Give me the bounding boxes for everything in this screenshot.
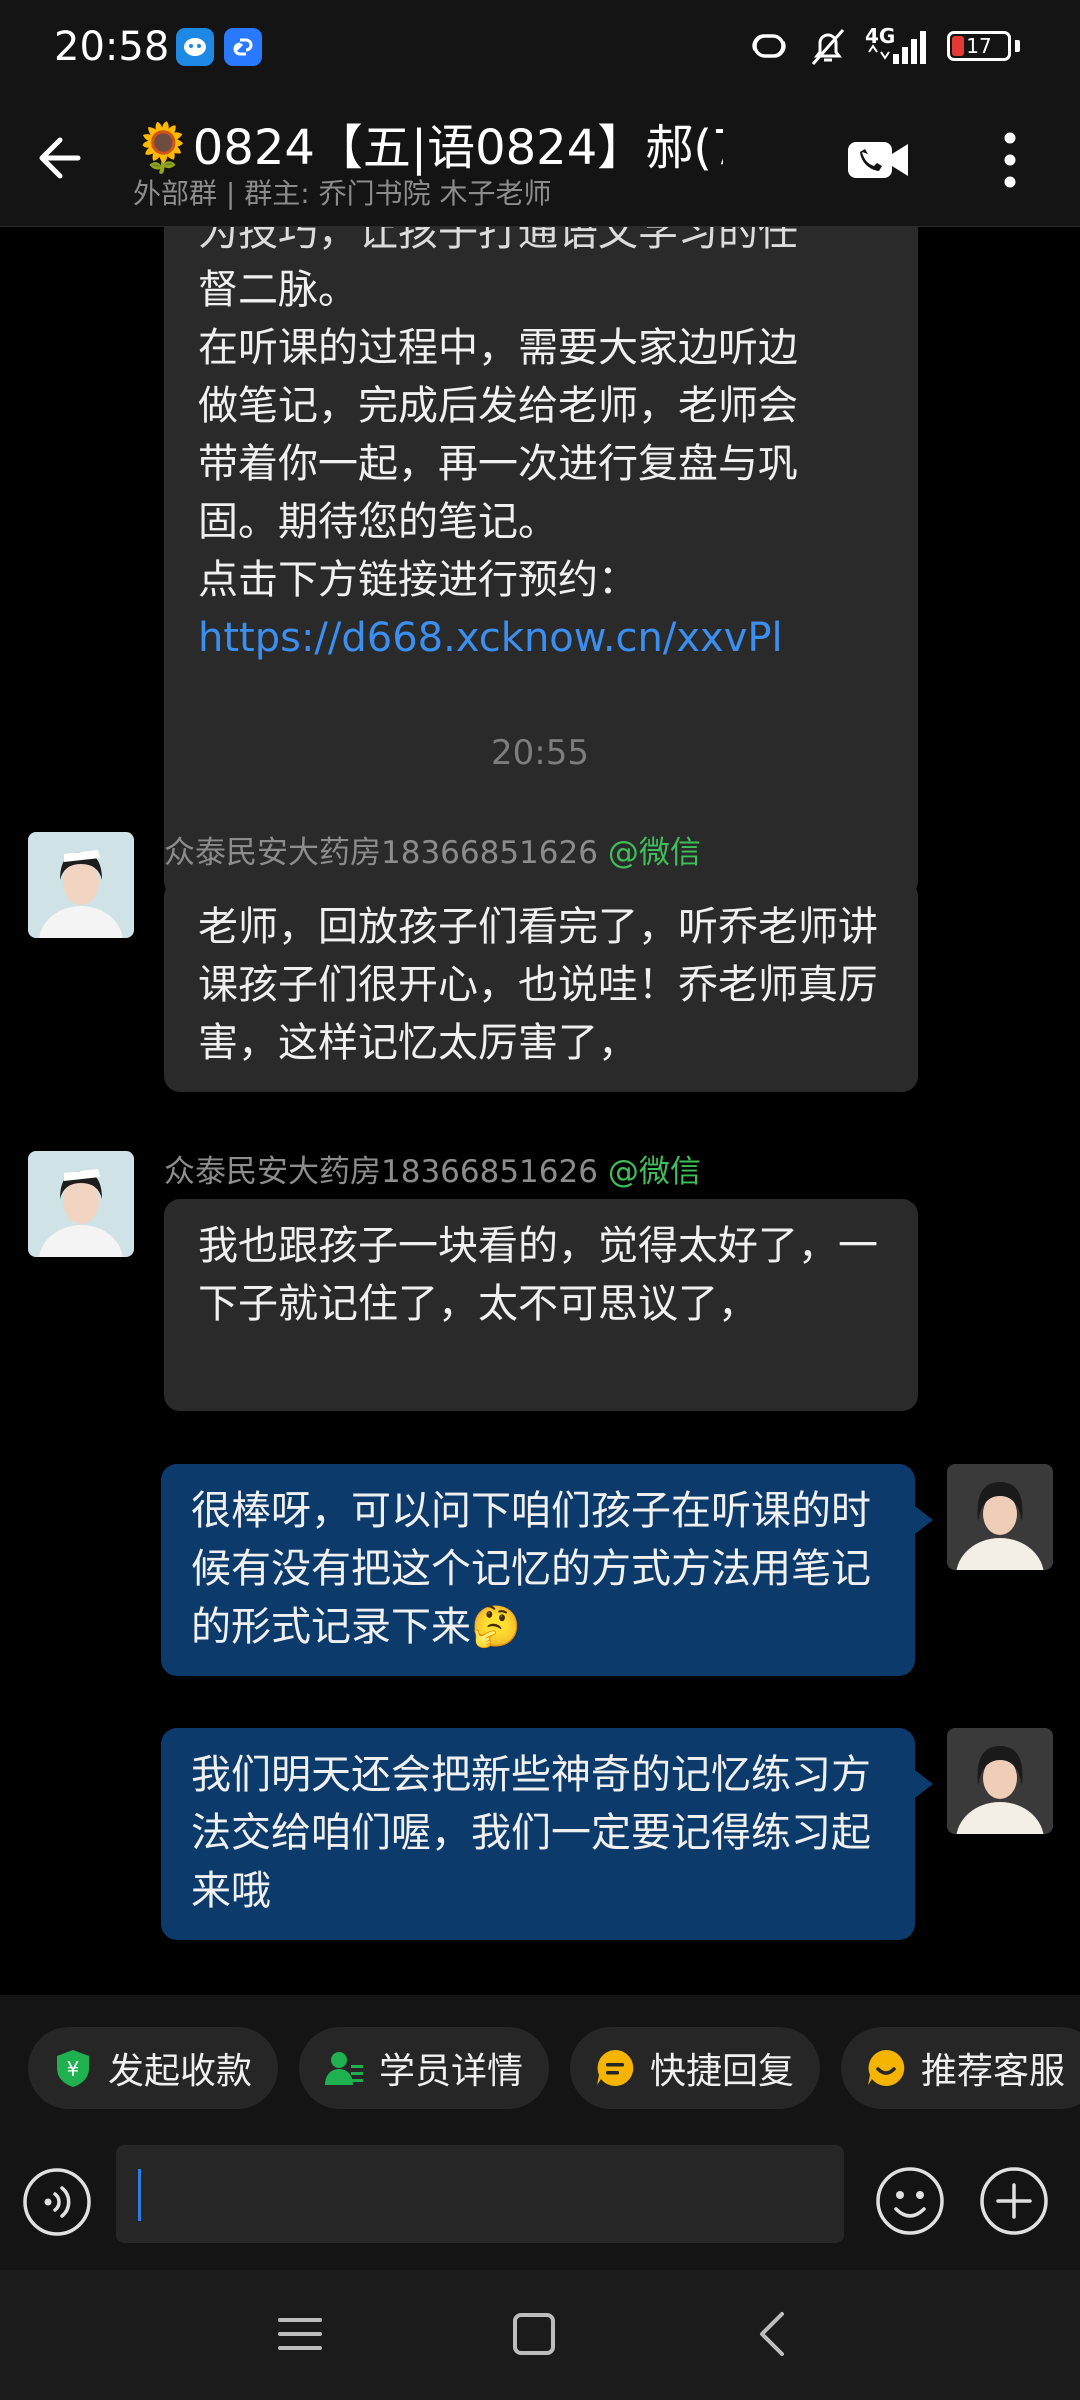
battery-icon: 17 [947,31,1011,61]
menu-icon[interactable] [272,2306,328,2362]
message-line: 为技巧，让孩子打通语文学习的任 [198,227,798,255]
sender-label: 众泰民安大药房18366851626 [164,1154,598,1190]
more-options-icon[interactable] [974,124,1046,196]
back-arrow-icon[interactable] [30,126,94,190]
booking-link[interactable]: https://d668.xcknow.cn/xxvPl [198,609,884,667]
message-list[interactable]: 为技巧，让孩子打通语文学习的任 督二脉。 在听课的过程中，需要大家边听边 做笔记… [0,227,1080,1995]
mute-bell-icon [811,29,845,65]
quick-action-bar: ¥ 发起收款 学员详情 快捷回复 推荐客服 [0,1995,1080,2135]
avatar[interactable] [28,832,134,938]
message-input[interactable] [116,2145,844,2243]
message-timestamp: 20:55 [491,733,589,773]
message-line: 在听课的过程中，需要大家边听边 [198,325,798,371]
message-bubble[interactable]: 我也跟孩子一块看的，觉得太好了，一下子就记住了，太不可思议了， [164,1199,918,1411]
message-line: 督二脉。 [198,267,358,313]
payment-shield-icon: ¥ [52,2047,94,2089]
emoji-icon[interactable] [874,2165,946,2237]
chat-subtitle[interactable]: 外部群 | 群主: 乔门书院 木子老师 [133,172,551,212]
input-bar [0,2135,1080,2270]
message-bubble-outgoing[interactable]: 很棒呀，可以问下咱们孩子在听课的时候有没有把这个记忆的方式方法用笔记的形式记录下… [161,1464,933,1676]
message-line: 点击下方链接进行预约： [198,557,638,603]
message-bubble[interactable]: 为技巧，让孩子打通语文学习的任 督二脉。 在听课的过程中，需要大家边听边 做笔记… [164,227,918,897]
chat-header: 🌻0824【五|语0824】郝(7) 外部群 | 群主: 乔门书院 木子老师 [0,100,1080,227]
signal-icon: 4G [865,24,929,66]
svg-text:¥: ¥ [67,2057,80,2081]
avatar[interactable] [28,1151,134,1257]
chip-label: 发起收款 [108,2051,253,2092]
wechat-tag: @微信 [607,1154,701,1190]
battery-level: 17 [966,34,992,58]
qq-icon [176,28,214,66]
avatar-self[interactable] [947,1464,1053,1570]
recommend-service-button[interactable]: 推荐客服 [841,2027,1080,2109]
voice-input-icon[interactable] [22,2167,92,2237]
message-bubble[interactable]: 老师，回放孩子们看完了，听乔老师讲课孩子们很开心，也说哇！乔老师真厉害，这样记忆… [164,880,918,1092]
sender-name: 众泰民安大药房18366851626 @微信 [164,1146,701,1191]
wechat-tag: @微信 [607,835,701,871]
recommend-service-icon [865,2047,907,2089]
text-caret [138,2169,141,2221]
status-bar: 20:58 4G 17 [0,0,1080,100]
quick-reply-button[interactable]: 快捷回复 [570,2027,820,2109]
status-icons: 4G 17 [747,24,1020,66]
sender-label: 众泰民安大药房18366851626 [164,835,598,871]
link-icon [224,28,262,66]
message-line: 做笔记，完成后发给老师，老师会 [198,383,798,429]
system-nav-bar [0,2270,1080,2400]
sender-name: 众泰民安大药房18366851626 @微信 [164,827,701,872]
avatar-self[interactable] [947,1728,1053,1834]
video-call-icon[interactable] [842,124,914,196]
chip-label: 快捷回复 [650,2051,795,2092]
message-line: 带着你一起，再一次进行复盘与巩 [198,441,798,487]
add-more-icon[interactable] [978,2165,1050,2237]
message-bubble-outgoing[interactable]: 我们明天还会把新些神奇的记忆练习方法交给咱们喔，我们一定要记得练习起来哦 [161,1728,933,1940]
chat-title[interactable]: 🌻0824【五|语0824】郝(7) [133,108,723,178]
home-icon[interactable] [506,2306,562,2362]
chip-label: 推荐客服 [921,2051,1066,2092]
back-icon[interactable] [744,2306,800,2362]
chip-label: 学员详情 [379,2051,524,2092]
student-details-button[interactable]: 学员详情 [299,2027,549,2109]
quick-reply-icon [594,2047,636,2089]
message-line: 固。期待您的笔记。 [198,499,558,545]
start-payment-button[interactable]: ¥ 发起收款 [28,2027,278,2109]
status-time: 20:58 [54,24,170,70]
user-detail-icon [323,2047,365,2089]
hotspot-icon [752,34,786,58]
